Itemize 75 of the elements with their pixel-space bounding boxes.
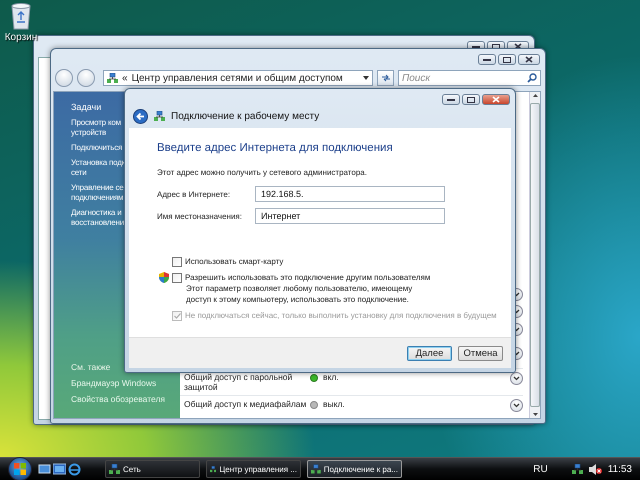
hint-text: Этот адрес можно получить у сетевого администратора. [157, 168, 368, 177]
chevron-down-icon [513, 403, 520, 408]
muted-speaker-icon[interactable] [588, 464, 602, 474]
scrollbar[interactable] [529, 92, 540, 418]
refresh-icon [380, 74, 390, 82]
minimize-button[interactable] [442, 94, 460, 105]
tasks-heading: Задачи [71, 102, 102, 112]
maximize-button[interactable] [498, 54, 516, 65]
dialog-title: Подключение к рабочему месту [171, 111, 320, 122]
checkbox-label: Использовать смарт-карту [185, 256, 284, 267]
scroll-up-arrow-icon[interactable] [532, 94, 538, 97]
breadcrumb-chevron[interactable]: « [122, 72, 128, 84]
workplace-network-icon [154, 111, 165, 122]
text-field[interactable]: 192.168.5. [255, 186, 445, 202]
language-indicator[interactable]: RU [533, 464, 548, 474]
expand-button[interactable] [510, 372, 523, 385]
minimize-button[interactable] [478, 54, 496, 65]
start-button[interactable] [8, 457, 32, 480]
network-tray-icon [572, 464, 583, 474]
dialog-button[interactable]: Отмена [458, 346, 503, 360]
windows-logo [14, 463, 26, 475]
minimize-icon [483, 58, 491, 62]
search-icon[interactable] [527, 73, 537, 83]
window-icon [311, 464, 321, 474]
windows-icon[interactable] [53, 462, 66, 476]
scrollbar-thumb[interactable] [530, 103, 540, 407]
address-path: Центр управления сетями и общим доступом [132, 72, 343, 84]
clock[interactable]: 11:53 [608, 464, 632, 474]
maximize-button[interactable] [462, 94, 480, 105]
network-icon [107, 72, 118, 84]
text-field[interactable]: Интернет [255, 208, 445, 224]
forward-button[interactable] [77, 69, 95, 87]
taskbar-button[interactable]: Сеть [105, 460, 200, 478]
field-label: Адрес в Интернете: [157, 190, 232, 198]
browser-icon[interactable] [68, 462, 81, 476]
search-field[interactable]: Поиск [398, 70, 541, 86]
shield-icon [159, 272, 169, 283]
task-link[interactable]: Просмотр ком устройств [71, 118, 121, 138]
dropdown-arrow-icon[interactable] [363, 76, 369, 80]
checkbox[interactable] [172, 272, 182, 282]
option-description: Этот параметр позволяет любому пользователю, имеющему доступ к этому компьютеру, использовать это подключение. [186, 283, 414, 305]
field-label: Имя местоназначения: [157, 212, 243, 220]
maximize-icon [467, 96, 475, 102]
back-button[interactable] [55, 69, 73, 87]
desktop-icon[interactable] [38, 462, 51, 476]
sharing-setting-label: Общий доступ к медиафайлам [184, 399, 308, 409]
dialog-button[interactable]: Далее [407, 346, 452, 360]
chevron-down-icon [513, 376, 520, 381]
checkbox-label: Не подключаться сейчас, только выполнить установку для подключения в будущем [185, 310, 497, 321]
minimize-icon [447, 98, 455, 102]
task-link[interactable]: Подключиться [71, 143, 122, 153]
task-link[interactable]: Управление се подключениям [71, 183, 124, 203]
recycle-bin-icon[interactable] [9, 2, 33, 30]
close-icon [525, 56, 533, 63]
see-also-heading: См. также [71, 362, 112, 372]
scroll-down-arrow-icon[interactable] [532, 413, 538, 416]
window-icon [210, 464, 216, 474]
sharing-status: вкл. [323, 372, 340, 382]
desktop-icon-label: Корзин [4, 32, 38, 43]
expand-button[interactable] [510, 399, 523, 412]
close-icon [492, 96, 500, 103]
taskbar-button[interactable]: Центр управления ... [206, 460, 301, 478]
taskbar-button[interactable]: Подключение к ра... [307, 460, 402, 478]
checkbox-label: Разрешить использовать это подключение другим пользователям [185, 272, 430, 283]
wizard-heading: Введите адрес Интернета для подключения [157, 142, 394, 154]
close-button[interactable] [518, 54, 540, 65]
close-icon [514, 43, 522, 50]
sharing-setting-label: Общий доступ с парольной защитой [184, 372, 294, 392]
checkbox[interactable] [172, 256, 182, 266]
sharing-status: выкл. [323, 399, 346, 409]
address-bar[interactable]: « Центр управления сетями и общим доступом [103, 70, 373, 86]
window-icon [109, 464, 120, 474]
task-link[interactable]: Диагностика и восстановлени [71, 208, 124, 228]
minimize-icon [472, 44, 480, 48]
refresh-button[interactable] [377, 70, 394, 86]
